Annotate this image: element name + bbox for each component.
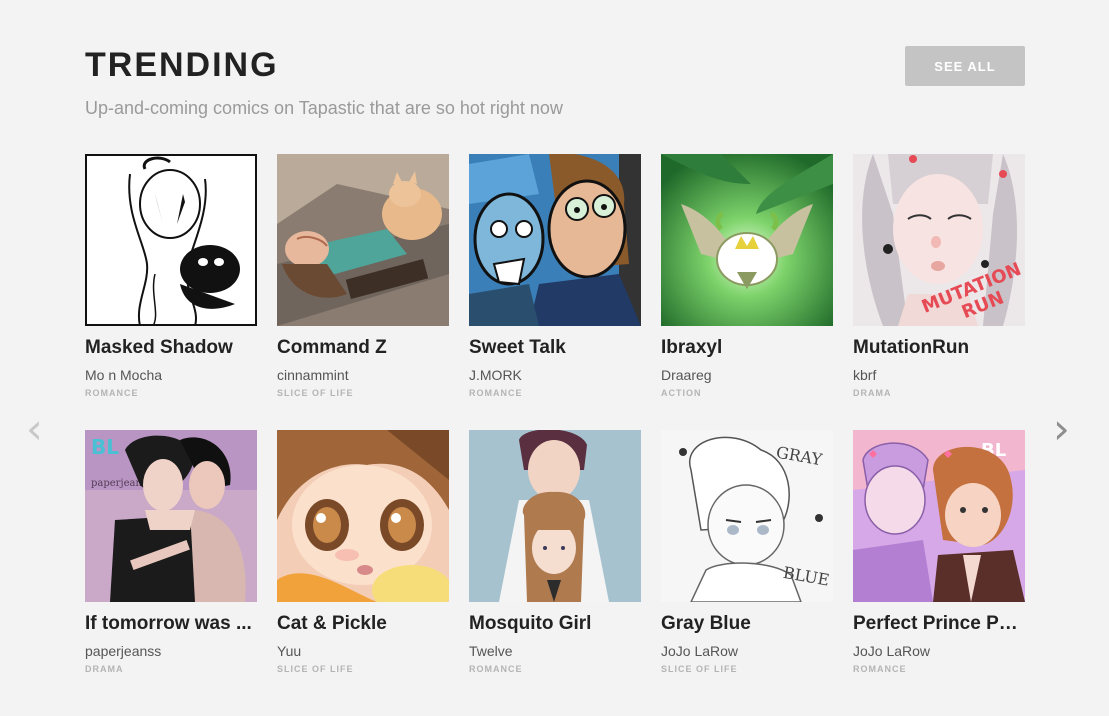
two-boys-purple-thumbnail: BL [853,430,1025,602]
previous-arrow-icon[interactable]: ‹ [26,408,43,450]
winged-crest-thumbnail [661,154,833,326]
comic-title[interactable]: Sweet Talk [469,337,641,359]
comic-author[interactable]: Mo n Mocha [85,367,257,383]
comic-author[interactable]: Yuu [277,643,449,659]
teary-eyed-boy-thumbnail [277,430,449,602]
comic-title[interactable]: If tomorrow was ... [85,613,257,635]
comic-genre: ROMANCE [85,388,139,398]
stacked-students-thumbnail [469,430,641,602]
section-subtitle: Up-and-coming comics on Tapastic that ar… [85,98,563,118]
comic-title[interactable]: MutationRun [853,337,1025,359]
comic-author[interactable]: JoJo LaRow [661,643,833,659]
embracing-couple-thumbnail: BL paperjeans [85,430,257,602]
comic-card[interactable]: Ibraxyl Draareg ACTION [661,154,833,408]
comic-title[interactable]: Cat & Pickle [277,613,449,635]
comic-thumbnail[interactable]: MUTATION RUN [853,154,1025,326]
comic-title[interactable]: Command Z [277,337,449,359]
comic-author[interactable]: Twelve [469,643,641,659]
comic-card[interactable]: BL paperjeans If tomorrow was ... paperj… [85,430,257,684]
trending-section: TRENDING Up-and-coming comics on Tapasti… [0,0,1109,716]
comic-genre: DRAMA [853,388,892,398]
girl-portrait-thumbnail: MUTATION RUN [853,154,1025,326]
comic-genre: ROMANCE [469,664,523,674]
comic-genre: ROMANCE [469,388,523,398]
comic-card[interactable]: MUTATION RUN MutationRun kbrf DRAMA [853,154,1025,408]
comic-thumbnail[interactable] [277,430,449,602]
comic-thumbnail[interactable]: GRAY BLUE [661,430,833,602]
comic-title[interactable]: Mosquito Girl [469,613,641,635]
see-all-button[interactable]: SEE ALL [905,46,1025,86]
comic-thumbnail[interactable] [277,154,449,326]
two-characters-thumbnail [469,154,641,326]
comic-genre: ROMANCE [853,664,907,674]
comic-card[interactable]: Mosquito Girl Twelve ROMANCE [469,430,641,684]
comic-title[interactable]: Perfect Prince Proj... [853,613,1025,635]
section-title: TRENDING [85,46,279,84]
comic-card[interactable]: Cat & Pickle Yuu SLICE OF LIFE [277,430,449,684]
comic-genre: ACTION [661,388,702,398]
comic-author[interactable]: JoJo LaRow [853,643,1025,659]
comics-grid: Masked Shadow Mo n Mocha ROMANCE Command… [85,154,1025,684]
comic-title[interactable]: Ibraxyl [661,337,833,359]
comic-genre: SLICE OF LIFE [661,664,738,674]
sketch-boy-thumbnail: GRAY BLUE [661,430,833,602]
comic-author[interactable]: paperjeanss [85,643,257,659]
sleeping-with-cat-thumbnail [277,154,449,326]
bl-badge: BL [91,435,119,459]
comic-thumbnail[interactable]: BL paperjeans [85,430,257,602]
comic-card[interactable]: Command Z cinnammint SLICE OF LIFE [277,154,449,408]
comic-author[interactable]: kbrf [853,367,1025,383]
next-arrow-icon[interactable]: › [1053,408,1070,450]
comic-author[interactable]: J.MORK [469,367,641,383]
comic-thumbnail[interactable] [661,154,833,326]
comic-card[interactable]: Sweet Talk J.MORK ROMANCE [469,154,641,408]
comic-author[interactable]: cinnammint [277,367,449,383]
comic-thumbnail[interactable] [469,430,641,602]
comic-genre: SLICE OF LIFE [277,664,354,674]
comic-thumbnail[interactable]: BL [853,430,1025,602]
masked-figure-thumbnail [85,154,257,326]
comic-card[interactable]: Masked Shadow Mo n Mocha ROMANCE [85,154,257,408]
comic-genre: SLICE OF LIFE [277,388,354,398]
comic-genre: DRAMA [85,664,124,674]
comic-thumbnail[interactable] [85,154,257,326]
comic-thumbnail[interactable] [469,154,641,326]
comic-title[interactable]: Masked Shadow [85,337,257,359]
comic-title[interactable]: Gray Blue [661,613,833,635]
comic-card[interactable]: BL Perfect Prince Proj... JoJo LaRow ROM… [853,430,1025,684]
comic-author[interactable]: Draareg [661,367,833,383]
comic-card[interactable]: GRAY BLUE Gray Blue JoJo LaRow SLICE OF … [661,430,833,684]
